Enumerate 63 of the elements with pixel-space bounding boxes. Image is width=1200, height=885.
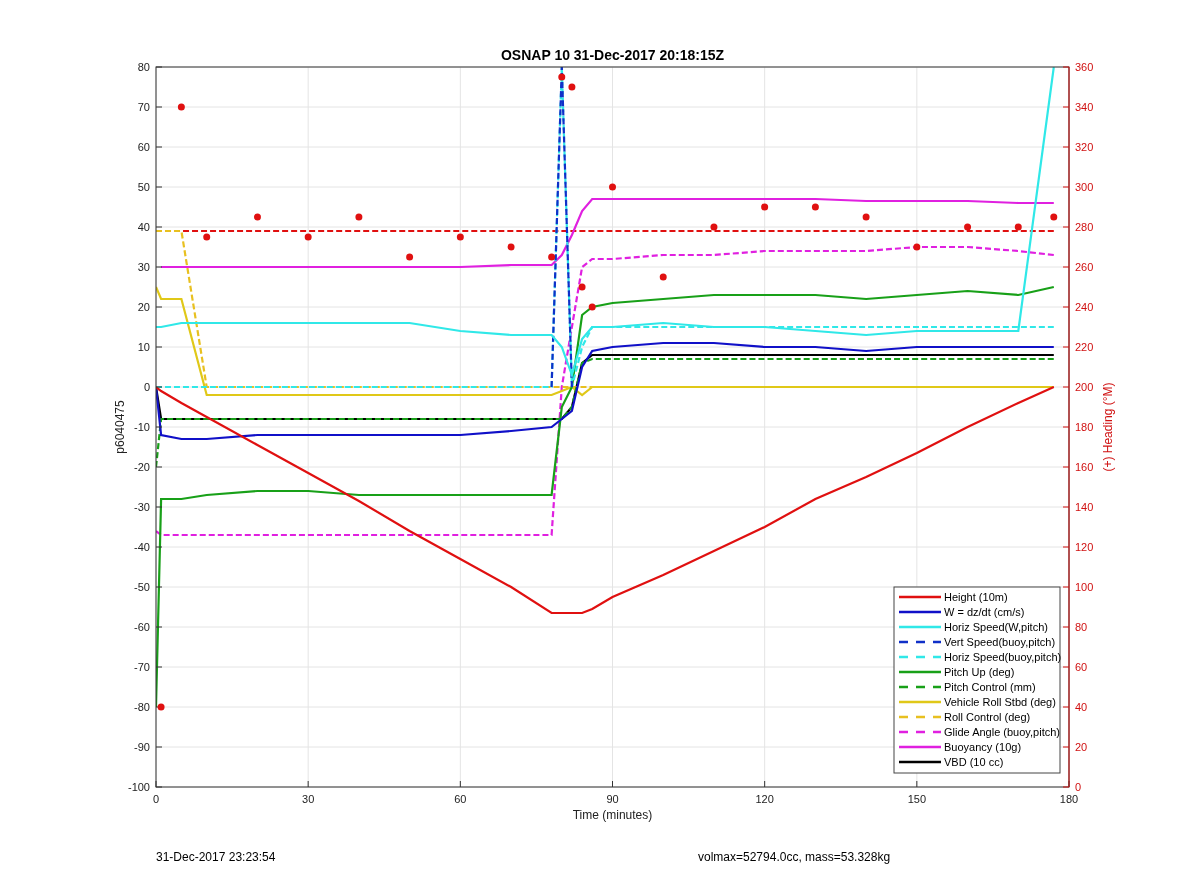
tick-label: 10 bbox=[137, 341, 150, 353]
tick-label: -50 bbox=[134, 581, 150, 593]
tick-label: 40 bbox=[1075, 701, 1088, 713]
legend-label: Pitch Up (deg) bbox=[944, 666, 1015, 678]
tick-label: -90 bbox=[134, 741, 150, 753]
tick-label: 60 bbox=[454, 793, 467, 805]
tick-label: 160 bbox=[1075, 461, 1094, 473]
tick-label: -100 bbox=[127, 781, 150, 793]
tick-label: 240 bbox=[1075, 301, 1094, 313]
tick-label: 260 bbox=[1075, 261, 1094, 273]
tick-label: 0 bbox=[143, 381, 150, 393]
tick-label: 80 bbox=[1075, 621, 1088, 633]
tick-label: -80 bbox=[134, 701, 150, 713]
legend-label: Pitch Control (mm) bbox=[944, 681, 1036, 693]
legend-label: Roll Control (deg) bbox=[944, 711, 1031, 723]
axis-label: (+) Heading (°M) bbox=[1101, 382, 1115, 472]
tick-label: -60 bbox=[134, 621, 150, 633]
legend-label: Height (10m) bbox=[944, 591, 1008, 603]
tick-label: 50 bbox=[137, 181, 150, 193]
tick-label: 120 bbox=[755, 793, 774, 805]
tick-label: 20 bbox=[137, 301, 150, 313]
tick-label: 60 bbox=[137, 141, 150, 153]
axis-label: Time (minutes) bbox=[572, 808, 653, 822]
tick-label: 150 bbox=[907, 793, 926, 805]
tick-label: 70 bbox=[137, 101, 150, 113]
tick-label: -70 bbox=[134, 661, 150, 673]
legend-label: W = dz/dt (cm/s) bbox=[944, 606, 1025, 618]
tick-label: 320 bbox=[1075, 141, 1094, 153]
tick-label: -20 bbox=[134, 461, 150, 473]
legend-label: Vert Speed(buoy,pitch) bbox=[944, 636, 1056, 648]
tick-label: 80 bbox=[137, 61, 150, 73]
tick-label: -40 bbox=[134, 541, 150, 553]
tick-label: -30 bbox=[134, 501, 150, 513]
legend-label: Glide Angle (buoy,pitch) bbox=[944, 726, 1060, 738]
tick-label: 30 bbox=[137, 261, 150, 273]
legend-label: Buoyancy (10g) bbox=[944, 741, 1022, 753]
tick-label: 30 bbox=[302, 793, 315, 805]
tick-label: 340 bbox=[1075, 101, 1094, 113]
tick-label: 180 bbox=[1075, 421, 1094, 433]
tick-label: 40 bbox=[137, 221, 150, 233]
tick-label: 140 bbox=[1075, 501, 1094, 513]
tick-label: 60 bbox=[1075, 661, 1088, 673]
tick-label: 90 bbox=[606, 793, 619, 805]
chart-title: OSNAP 10 31-Dec-2017 20:18:15Z bbox=[500, 47, 725, 63]
tick-label: 200 bbox=[1075, 381, 1094, 393]
tick-label: 20 bbox=[1075, 741, 1088, 753]
legend-label: Horiz Speed(buoy,pitch) bbox=[944, 651, 1062, 663]
mass-info-text: volmax=52794.0cc, mass=53.328kg bbox=[698, 850, 891, 864]
tick-label: -10 bbox=[134, 421, 150, 433]
legend-label: VBD (10 cc) bbox=[944, 756, 1004, 768]
tick-label: 300 bbox=[1075, 181, 1094, 193]
axis-label: p6040475 bbox=[113, 400, 127, 454]
tick-label: 120 bbox=[1075, 541, 1094, 553]
timestamp-text: 31-Dec-2017 23:23:54 bbox=[156, 850, 277, 864]
tick-label: 180 bbox=[1059, 793, 1079, 805]
tick-label: 0 bbox=[1075, 781, 1082, 793]
legend-label: Vehicle Roll Stbd (deg) bbox=[944, 696, 1056, 708]
tick-label: 280 bbox=[1075, 221, 1094, 233]
tick-label: 100 bbox=[1075, 581, 1094, 593]
tick-label: 220 bbox=[1075, 341, 1094, 353]
tick-label: 0 bbox=[152, 793, 160, 805]
legend-label: Horiz Speed(W,pitch) bbox=[944, 621, 1048, 633]
tick-label: 360 bbox=[1075, 61, 1094, 73]
